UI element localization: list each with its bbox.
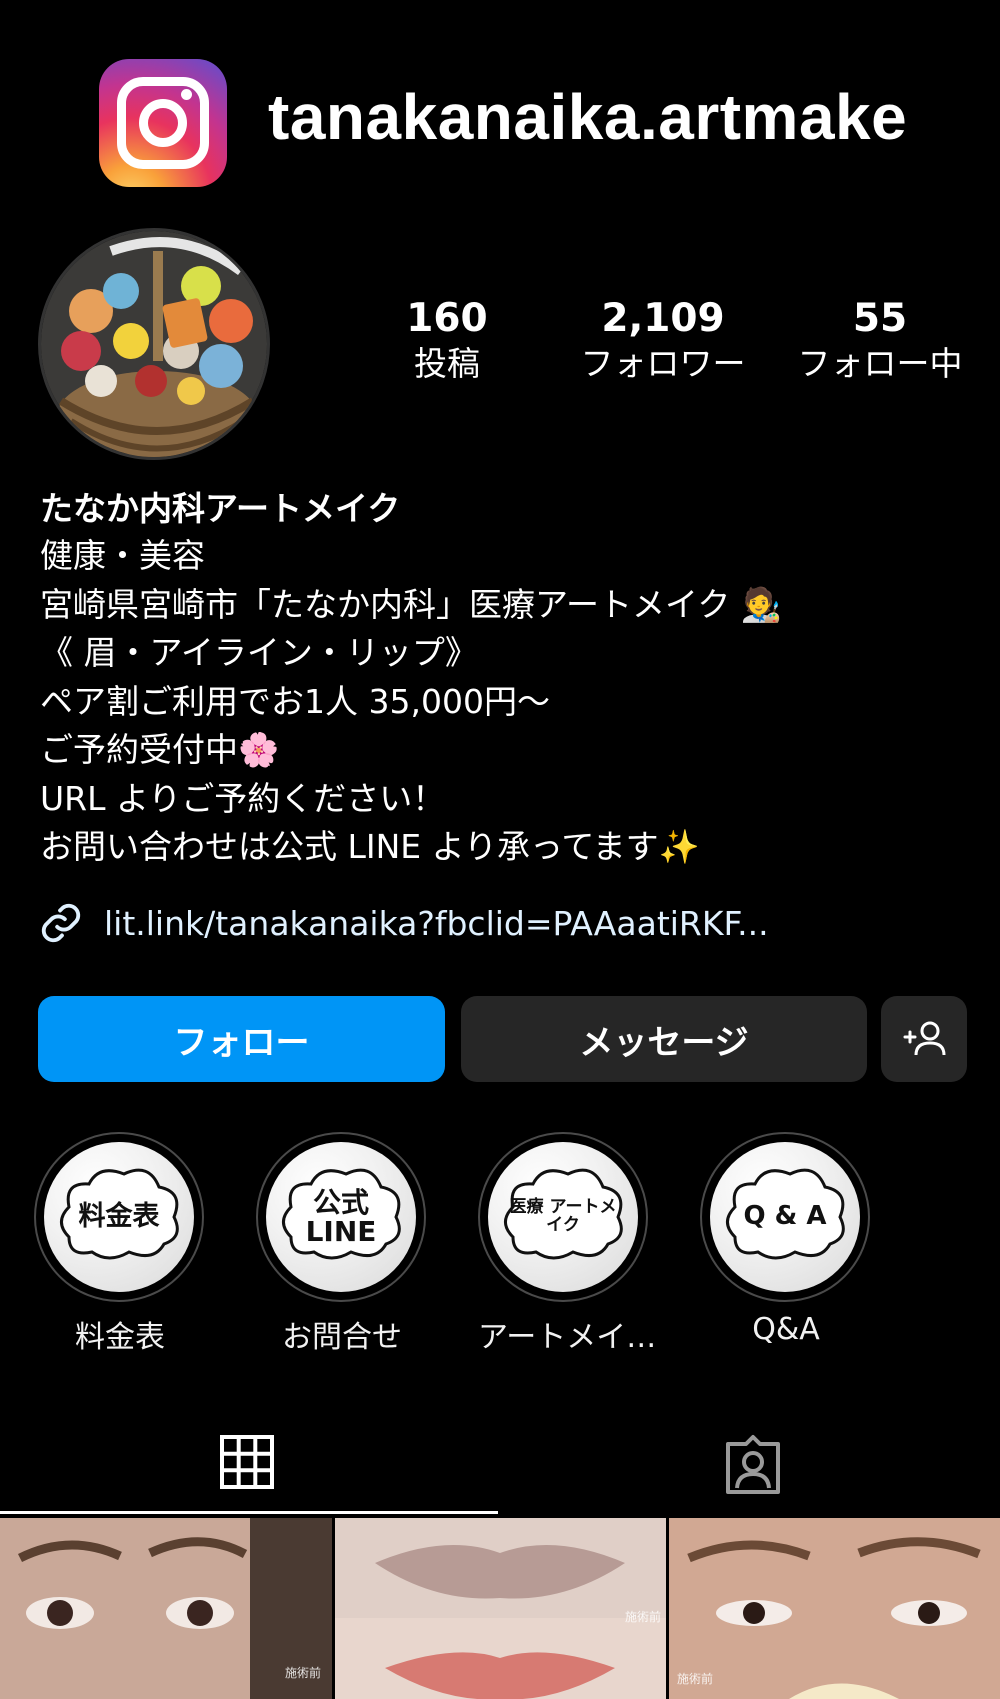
avatar-flower-basket-image xyxy=(41,231,267,457)
tile-tag: 施術前 xyxy=(677,1672,714,1686)
cherry-blossom-emoji-icon: 🌸 xyxy=(238,730,280,769)
bio-line: URL よりご予約ください！ xyxy=(40,778,446,818)
eyebrow-photo-image xyxy=(669,1518,1000,1699)
highlight-qa[interactable]: Q & A Q&A xyxy=(700,1132,872,1347)
cloud-icon: 公式 LINE xyxy=(266,1142,416,1292)
cloud-icon: 料金表 xyxy=(44,1142,194,1292)
cloud-icon: Q & A xyxy=(710,1142,860,1292)
highlight-contact[interactable]: 公式 LINE お問合せ xyxy=(256,1132,428,1356)
grid-icon xyxy=(220,1435,274,1489)
lip-photo-image xyxy=(335,1518,666,1699)
stat-posts[interactable]: 160 投稿 xyxy=(392,296,502,386)
cloud-icon: 医療 アートメイク xyxy=(488,1142,638,1292)
bio-line: お問い合わせは公式 LINE より承ってます✨ xyxy=(40,827,700,866)
stat-followers[interactable]: 2,109 フォロワー xyxy=(568,296,758,386)
tab-tagged[interactable] xyxy=(722,1434,784,1500)
profile-link[interactable]: lit.link/tanakanaika?fbclid=PAAaatiRKF..… xyxy=(38,898,769,948)
eyebrow-photo-image xyxy=(0,1518,332,1699)
tile-tag: 施術前 xyxy=(285,1666,322,1680)
bio-line: 宮崎県宮崎市「たなか内科」医療アートメイク 🧑‍🎨 xyxy=(40,584,782,624)
bio-line: 《 眉・アイライン・リップ》 xyxy=(40,633,478,672)
profile-name: たなか内科アートメイク xyxy=(40,489,401,528)
instagram-logo-icon xyxy=(99,59,227,187)
profile-bio: 健康・美容 宮崎県宮崎市「たなか内科」医療アートメイク 🧑‍🎨 《 眉・アイライ… xyxy=(40,532,782,872)
post-tile[interactable]: 施術前 xyxy=(0,1518,332,1699)
tab-posts-grid[interactable] xyxy=(219,1434,275,1494)
bio-line: 健康・美容 xyxy=(40,536,205,575)
add-person-icon xyxy=(903,1021,946,1056)
add-user-button[interactable] xyxy=(881,996,967,1082)
message-button[interactable]: メッセージ xyxy=(461,996,867,1082)
bio-line: ご予約受付中🌸 xyxy=(40,730,280,769)
highlight-artmake[interactable]: 医療 アートメイク アートメイ… xyxy=(478,1132,656,1356)
post-tile[interactable]: 施術前 xyxy=(669,1518,1000,1699)
header: tanakanaika.artmake xyxy=(0,0,1000,220)
artist-emoji-icon: 🧑‍🎨 xyxy=(740,584,782,624)
sparkles-emoji-icon: ✨ xyxy=(658,827,700,866)
stat-following[interactable]: 55 フォロー中 xyxy=(790,296,970,386)
bio-line: ペア割ご利用でお1人 35,000円〜 xyxy=(40,681,550,721)
active-tab-indicator xyxy=(0,1511,498,1514)
avatar[interactable] xyxy=(38,228,270,460)
tagged-person-icon xyxy=(726,1435,780,1494)
profile-tabs xyxy=(0,1420,1000,1516)
follow-button[interactable]: フォロー xyxy=(38,996,445,1082)
highlight-price-list[interactable]: 料金表 料金表 xyxy=(34,1132,206,1356)
post-tile[interactable]: 施術前 xyxy=(335,1518,666,1699)
tile-tag: 施術前 xyxy=(625,1610,662,1624)
profile-handle: tanakanaika.artmake xyxy=(268,81,908,153)
link-icon xyxy=(41,903,81,943)
